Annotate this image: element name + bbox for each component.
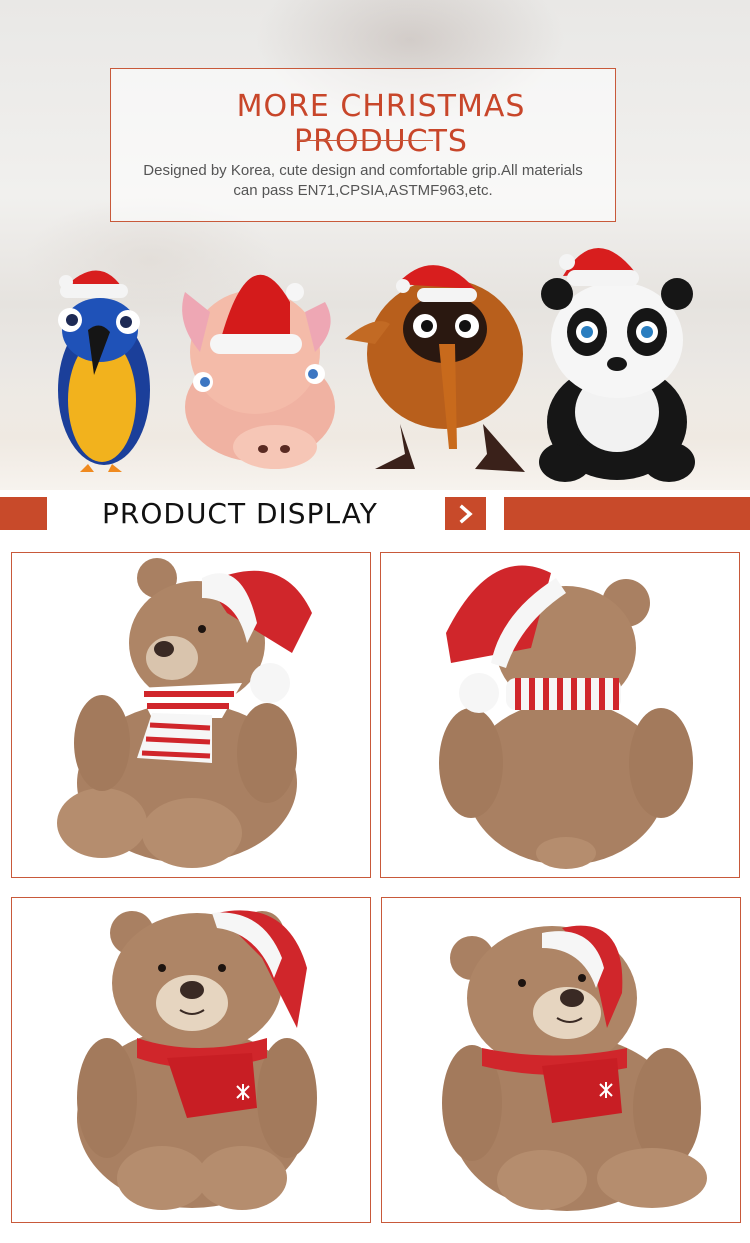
- product-photo-bear-side-red-scarf[interactable]: [381, 897, 741, 1223]
- section-title: PRODUCT DISPLAY: [102, 497, 378, 530]
- teddy-bear-front-image: [57, 558, 312, 868]
- chevron-right-icon: [459, 504, 473, 524]
- hero-title: MORE CHRISTMAS PRODUCTS: [236, 89, 526, 159]
- product-photo-bear-front-striped[interactable]: [11, 552, 371, 878]
- hero-divider: [297, 140, 433, 141]
- kiwi-bird-plush-image: [345, 265, 525, 472]
- hero-text-box: MORE CHRISTMAS PRODUCTS Designed by Kore…: [110, 68, 616, 222]
- product-photo-bear-front-red-scarf[interactable]: [11, 897, 371, 1223]
- product-photo-bear-back-striped[interactable]: [380, 552, 740, 878]
- section-arrow-button[interactable]: [445, 497, 486, 530]
- hero-banner: MORE CHRISTMAS PRODUCTS Designed by Kore…: [0, 0, 750, 490]
- hero-description: Designed by Korea, cute design and comfo…: [143, 162, 583, 199]
- panda-plush-image: [539, 247, 695, 482]
- section-bar-left: [0, 497, 47, 530]
- pig-plush-image: [182, 274, 335, 469]
- section-bar-right: [504, 497, 750, 530]
- teddy-bear-back-image: [439, 565, 693, 869]
- teddy-bear-side-image: [442, 925, 707, 1211]
- teddy-bear-front-image: [77, 910, 317, 1210]
- parrot-plush-image: [58, 270, 150, 472]
